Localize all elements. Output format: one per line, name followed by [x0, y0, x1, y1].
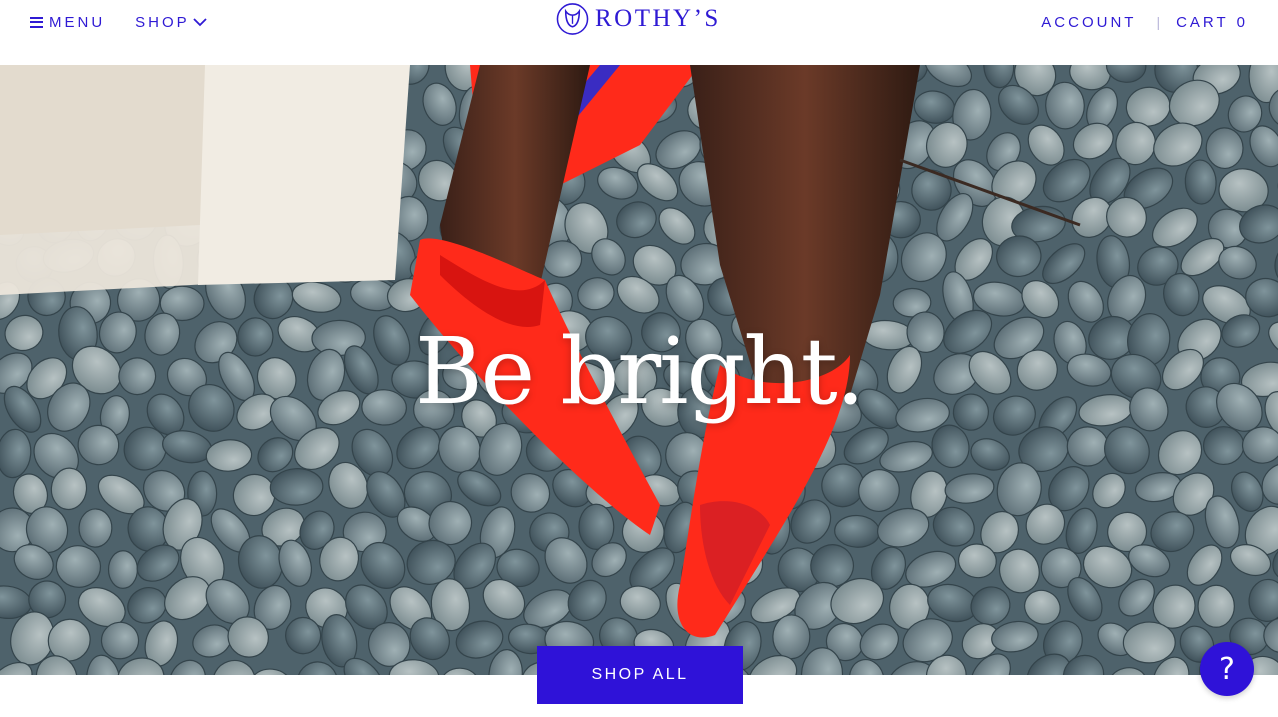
nav-separator: | [1156, 14, 1161, 30]
shop-label: SHOP [135, 13, 190, 31]
pebble [1202, 426, 1245, 466]
help-button[interactable]: ? [1200, 642, 1254, 696]
menu-button[interactable]: MENU [30, 14, 105, 31]
nav-right: ACCOUNT | CART 0 [1041, 12, 1248, 32]
hero-headline: Be bright. [415, 318, 865, 425]
shop-all-button[interactable]: SHOP ALL [537, 646, 743, 704]
account-link[interactable]: ACCOUNT [1041, 14, 1136, 31]
pebble [772, 614, 811, 660]
logo-icon [556, 3, 589, 35]
pebble [1122, 621, 1176, 664]
pebble [78, 508, 113, 548]
brand-logo[interactable]: ROTHY’S [556, 2, 721, 36]
brand-name: ROTHY’S [595, 5, 721, 32]
pebble [107, 550, 139, 589]
nav-left: MENU SHOP [30, 12, 208, 32]
shop-dropdown-button[interactable]: SHOP [135, 14, 208, 31]
pebble [1066, 426, 1109, 467]
hamburger-icon [30, 16, 43, 28]
chevron-down-icon [193, 18, 207, 27]
hero-banner: Be bright. [0, 65, 1278, 675]
cart-count: 0 [1236, 13, 1248, 31]
site-header: MENU SHOP ROTHY’S ACCOUNT | CART 0 [0, 0, 1278, 65]
cart-link[interactable]: CART 0 [1176, 14, 1248, 31]
menu-label: MENU [49, 13, 106, 31]
cart-label: CART [1176, 13, 1229, 31]
pebble [1197, 584, 1235, 628]
help-icon: ? [1219, 651, 1235, 687]
pebble [1205, 127, 1244, 170]
